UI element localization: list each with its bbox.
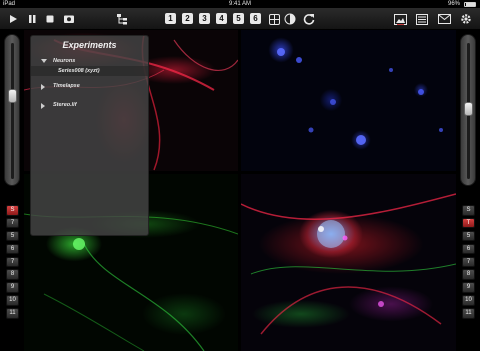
collapse-triangle-icon: [41, 103, 45, 109]
right-z-item[interactable]: 10: [462, 295, 475, 306]
refresh-icon[interactable]: [302, 12, 316, 26]
series-label: Series008 (xyzt): [58, 68, 100, 74]
right-slider-thumb[interactable]: [464, 102, 473, 116]
blue-channel-view[interactable]: [241, 30, 456, 171]
play-icon[interactable]: [6, 12, 20, 26]
tree-icon[interactable]: [115, 12, 129, 26]
right-z-list: S T 5 6 7 8 9 10 11: [462, 205, 475, 321]
channel-button-1[interactable]: 1: [165, 13, 176, 24]
right-z-item[interactable]: 6: [462, 243, 475, 255]
experiment-series-item[interactable]: Series008 (xyzt): [31, 66, 148, 76]
experiment-label: Neurons: [53, 58, 76, 64]
channel-button-3[interactable]: 3: [199, 13, 210, 24]
right-z-item[interactable]: T: [462, 217, 475, 229]
right-z-item[interactable]: 9: [462, 282, 475, 293]
stop-icon[interactable]: [43, 12, 57, 26]
status-bar: iPad 9:41 AM 96%: [0, 0, 480, 8]
channel-button-2[interactable]: 2: [182, 13, 193, 24]
battery-icon: [464, 2, 476, 7]
experiment-label: Stereo.lif: [53, 102, 77, 108]
left-z-item[interactable]: 11: [6, 308, 19, 319]
left-z-item[interactable]: 10: [6, 295, 19, 306]
left-z-item[interactable]: 5: [6, 230, 19, 242]
experiment-folder-timelapse[interactable]: Timelapse: [31, 81, 148, 91]
gear-icon[interactable]: [459, 12, 473, 26]
left-slider-thumb[interactable]: [8, 89, 17, 103]
channel-button-6[interactable]: 6: [250, 13, 261, 24]
experiment-label: Timelapse: [53, 83, 80, 89]
left-slider-track: [11, 43, 14, 179]
left-z-item[interactable]: 7: [6, 217, 19, 229]
left-z-item[interactable]: 6: [6, 243, 19, 255]
contrast-icon[interactable]: [283, 12, 297, 26]
right-z-item[interactable]: S: [462, 205, 475, 216]
expand-triangle-icon: [41, 59, 47, 63]
experiment-folder-neurons[interactable]: Neurons: [31, 56, 148, 66]
mail-icon[interactable]: [437, 12, 451, 26]
merged-channel-view[interactable]: [241, 174, 456, 351]
toolbar: 1 2 3 4 5 6: [0, 8, 480, 30]
left-slider[interactable]: [4, 34, 20, 186]
collapse-triangle-icon: [41, 84, 45, 90]
left-z-item[interactable]: 8: [6, 269, 19, 280]
pause-icon[interactable]: [25, 12, 39, 26]
left-z-item[interactable]: 7: [6, 256, 19, 268]
right-z-item[interactable]: 8: [462, 269, 475, 280]
left-z-list: S 7 5 6 7 8 9 10 11: [6, 205, 19, 321]
channel-button-4[interactable]: 4: [216, 13, 227, 24]
clock: 9:41 AM: [228, 1, 251, 7]
right-slider[interactable]: [460, 34, 476, 186]
right-z-item[interactable]: 7: [462, 256, 475, 268]
image-icon[interactable]: [393, 12, 407, 26]
left-z-item[interactable]: S: [6, 205, 19, 216]
list-icon[interactable]: [415, 12, 429, 26]
experiments-title: Experiments: [62, 40, 117, 50]
left-z-item[interactable]: 9: [6, 282, 19, 293]
record-icon[interactable]: [62, 12, 76, 26]
channel-button-5[interactable]: 5: [233, 13, 244, 24]
experiment-file-stereo[interactable]: Stereo.lif: [31, 100, 148, 110]
grid-icon[interactable]: [267, 12, 281, 26]
battery-percent: 96%: [447, 1, 460, 7]
experiments-panel: Experiments Neurons Series008 (xyzt) Tim…: [30, 35, 149, 236]
right-z-item[interactable]: 5: [462, 230, 475, 242]
right-z-item[interactable]: 11: [462, 308, 475, 319]
